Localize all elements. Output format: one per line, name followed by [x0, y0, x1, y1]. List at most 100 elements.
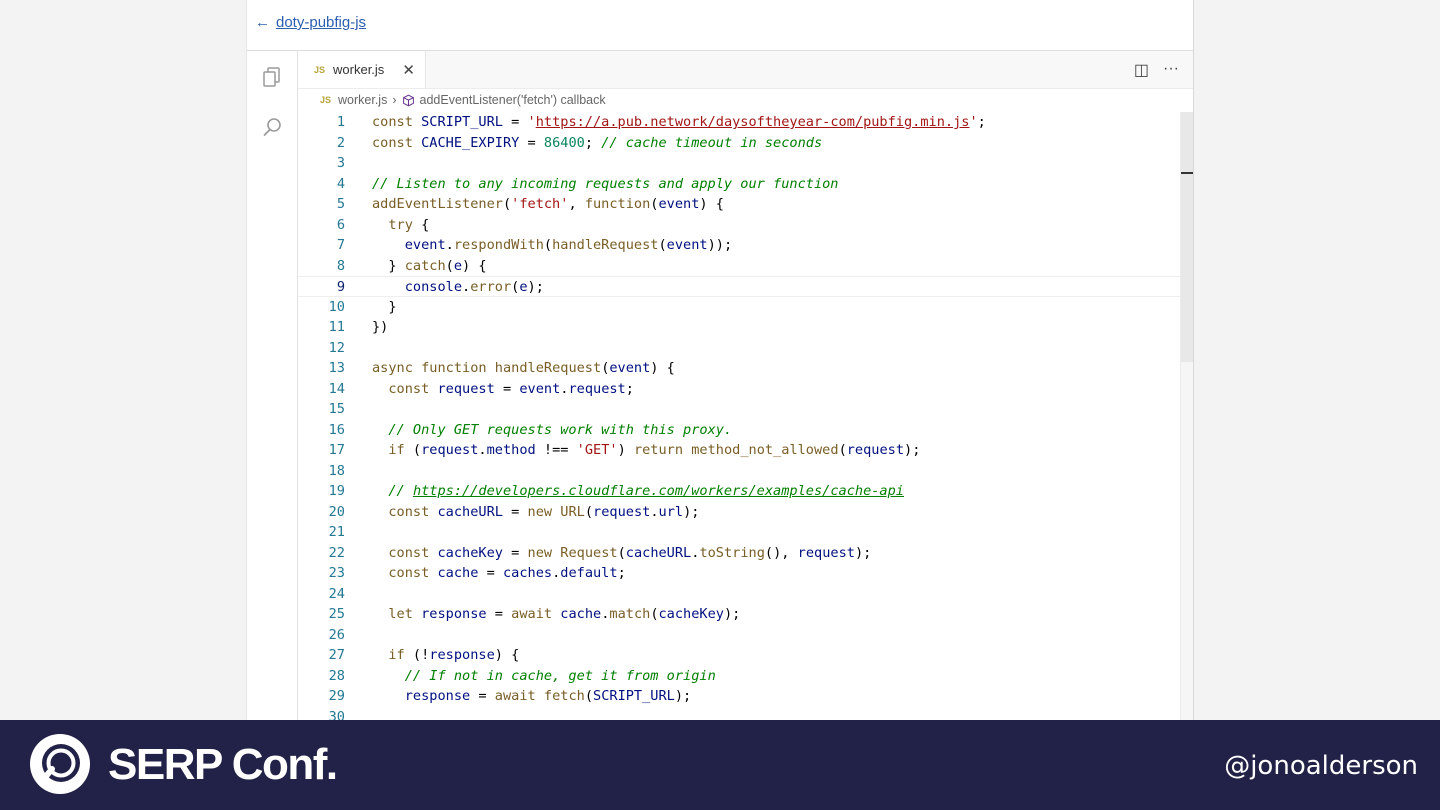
code-line[interactable]: 13 async function handleRequest(event) {: [298, 358, 1181, 379]
line-number: 15: [328, 401, 345, 417]
line-number: 6: [336, 216, 345, 233]
code-line[interactable]: 9 console.error(e);: [298, 276, 1181, 297]
tab-bar: JS worker.js ✕ ◫ ···: [298, 51, 1193, 89]
code-line[interactable]: 20 const cacheURL = new URL(request.url)…: [298, 502, 1181, 523]
line-number: 16: [328, 421, 345, 438]
code-line[interactable]: 19 // https://developers.cloudflare.com/…: [298, 481, 1181, 502]
activity-bar: [247, 51, 298, 720]
line-number: 25: [328, 606, 345, 622]
code-line[interactable]: 5 addEventListener('fetch', function(even…: [298, 194, 1181, 215]
tab-worker-js[interactable]: JS worker.js ✕: [298, 51, 426, 88]
line-code: // https://developers.cloudflare.com/wor…: [388, 483, 904, 499]
code-line[interactable]: 8 } catch(e) {: [298, 256, 1181, 277]
line-number: 18: [328, 462, 345, 479]
code-line[interactable]: 25 let response = await cache.match(cach…: [298, 604, 1181, 625]
line-code: }): [372, 319, 389, 335]
code-line[interactable]: 27 if (!response) {: [298, 645, 1181, 666]
code-line[interactable]: 4 // Listen to any incoming requests and …: [298, 174, 1181, 195]
code-line[interactable]: 15: [298, 399, 1181, 420]
line-number: 26: [328, 626, 345, 643]
line-code: const cache = caches.default;: [388, 565, 626, 581]
line-number: 23: [328, 565, 345, 581]
code-line[interactable]: 3: [298, 153, 1181, 174]
breadcrumb-file[interactable]: worker.js: [338, 93, 387, 107]
code-line[interactable]: 11}): [298, 317, 1181, 338]
code-line[interactable]: 21: [298, 522, 1181, 543]
line-number: 20: [328, 503, 345, 520]
code-line[interactable]: 7 event.respondWith(handleRequest(event)…: [298, 235, 1181, 256]
code-editor[interactable]: 1 const SCRIPT_URL = 'https://a.pub.netwo…: [298, 112, 1181, 720]
line-number: 9: [336, 279, 345, 295]
line-number: 7: [336, 237, 345, 253]
code-line[interactable]: 16 // Only GET requests work with this p…: [298, 420, 1181, 441]
arrow-left-icon: ←: [255, 14, 270, 31]
code-line[interactable]: 28 // If not in cache, get it from origi…: [298, 666, 1181, 687]
line-number: 12: [328, 339, 345, 356]
code-line[interactable]: 14 const request = event.request;: [298, 379, 1181, 400]
code-line[interactable]: 1 const SCRIPT_URL = 'https://a.pub.netwo…: [298, 112, 1181, 133]
line-number: 1: [336, 114, 345, 130]
split-editor-icon[interactable]: ◫: [1134, 60, 1149, 80]
serp-conf-logo-icon: [30, 734, 90, 794]
line-code: response = await fetch(SCRIPT_URL);: [404, 688, 692, 704]
line-code: addEventListener('fetch', function(event…: [372, 196, 724, 212]
brand-name: SERP Conf.: [108, 740, 338, 789]
js-file-icon: JS: [320, 95, 332, 105]
line-code: const CACHE_EXPIRY = 86400; // cache tim…: [372, 134, 823, 151]
code-line[interactable]: 24: [298, 584, 1181, 605]
code-line[interactable]: 30: [298, 707, 1181, 721]
explorer-icon[interactable]: [260, 65, 284, 89]
line-number: 10: [328, 298, 345, 315]
line-code: // Listen to any incoming requests and a…: [372, 175, 839, 192]
line-number: 2: [336, 134, 345, 151]
line-code: const cacheKey = new Request(cacheURL.to…: [388, 544, 872, 561]
line-code: }: [372, 298, 397, 315]
line-code: } catch(e) {: [372, 257, 487, 274]
more-actions-icon[interactable]: ···: [1163, 60, 1179, 80]
line-code: try {: [388, 216, 430, 233]
code-line[interactable]: 29 response = await fetch(SCRIPT_URL);: [298, 686, 1181, 707]
code-line[interactable]: 26: [298, 625, 1181, 646]
code-line[interactable]: 23 const cache = caches.default;: [298, 563, 1181, 584]
editor-window: ← doty-pubfig-js JS worker.js ✕ ◫ ··· JS…: [246, 0, 1194, 720]
line-code: console.error(e);: [404, 279, 544, 295]
search-icon[interactable]: [260, 115, 284, 139]
js-file-icon: JS: [314, 64, 326, 75]
vertical-scrollbar[interactable]: [1180, 112, 1193, 720]
scrollbar-thumb[interactable]: [1181, 112, 1193, 362]
code-line[interactable]: 12: [298, 338, 1181, 359]
line-number: 29: [328, 688, 345, 704]
breadcrumb-symbol[interactable]: addEventListener('fetch') callback: [420, 93, 606, 107]
line-number: 8: [336, 257, 345, 274]
line-code: // Only GET requests work with this prox…: [388, 421, 733, 438]
line-number: 28: [328, 667, 345, 684]
line-number: 27: [328, 647, 345, 663]
code-line[interactable]: 10 }: [298, 297, 1181, 318]
chevron-right-icon: ›: [392, 93, 397, 107]
line-code: // If not in cache, get it from origin: [404, 667, 716, 684]
line-code: const SCRIPT_URL = 'https://a.pub.networ…: [372, 114, 986, 130]
scrollbar-cursor-marker: [1181, 172, 1193, 174]
line-number: 13: [328, 360, 345, 376]
line-number: 24: [328, 585, 345, 602]
line-number: 30: [328, 708, 345, 721]
back-link[interactable]: ← doty-pubfig-js: [255, 14, 366, 31]
line-code: async function handleRequest(event) {: [372, 360, 675, 376]
line-number: 14: [328, 380, 345, 397]
back-link-label: doty-pubfig-js: [276, 14, 367, 31]
line-code: let response = await cache.match(cacheKe…: [388, 606, 741, 622]
code-line[interactable]: 18: [298, 461, 1181, 482]
line-code: const request = event.request;: [388, 380, 634, 397]
code-line[interactable]: 22 const cacheKey = new Request(cacheURL…: [298, 543, 1181, 564]
line-number: 11: [328, 319, 345, 335]
code-line[interactable]: 17 if (request.method !== 'GET') return …: [298, 440, 1181, 461]
line-code: event.respondWith(handleRequest(event));: [404, 237, 733, 253]
line-number: 21: [328, 524, 345, 540]
line-number: 4: [336, 175, 345, 192]
code-line[interactable]: 6 try {: [298, 215, 1181, 236]
twitter-handle: @jonoalderson: [1224, 751, 1418, 781]
line-code: if (!response) {: [388, 647, 520, 663]
code-line[interactable]: 2 const CACHE_EXPIRY = 86400; // cache ti…: [298, 133, 1181, 154]
close-icon[interactable]: ✕: [402, 61, 415, 79]
tab-label: worker.js: [333, 62, 385, 77]
